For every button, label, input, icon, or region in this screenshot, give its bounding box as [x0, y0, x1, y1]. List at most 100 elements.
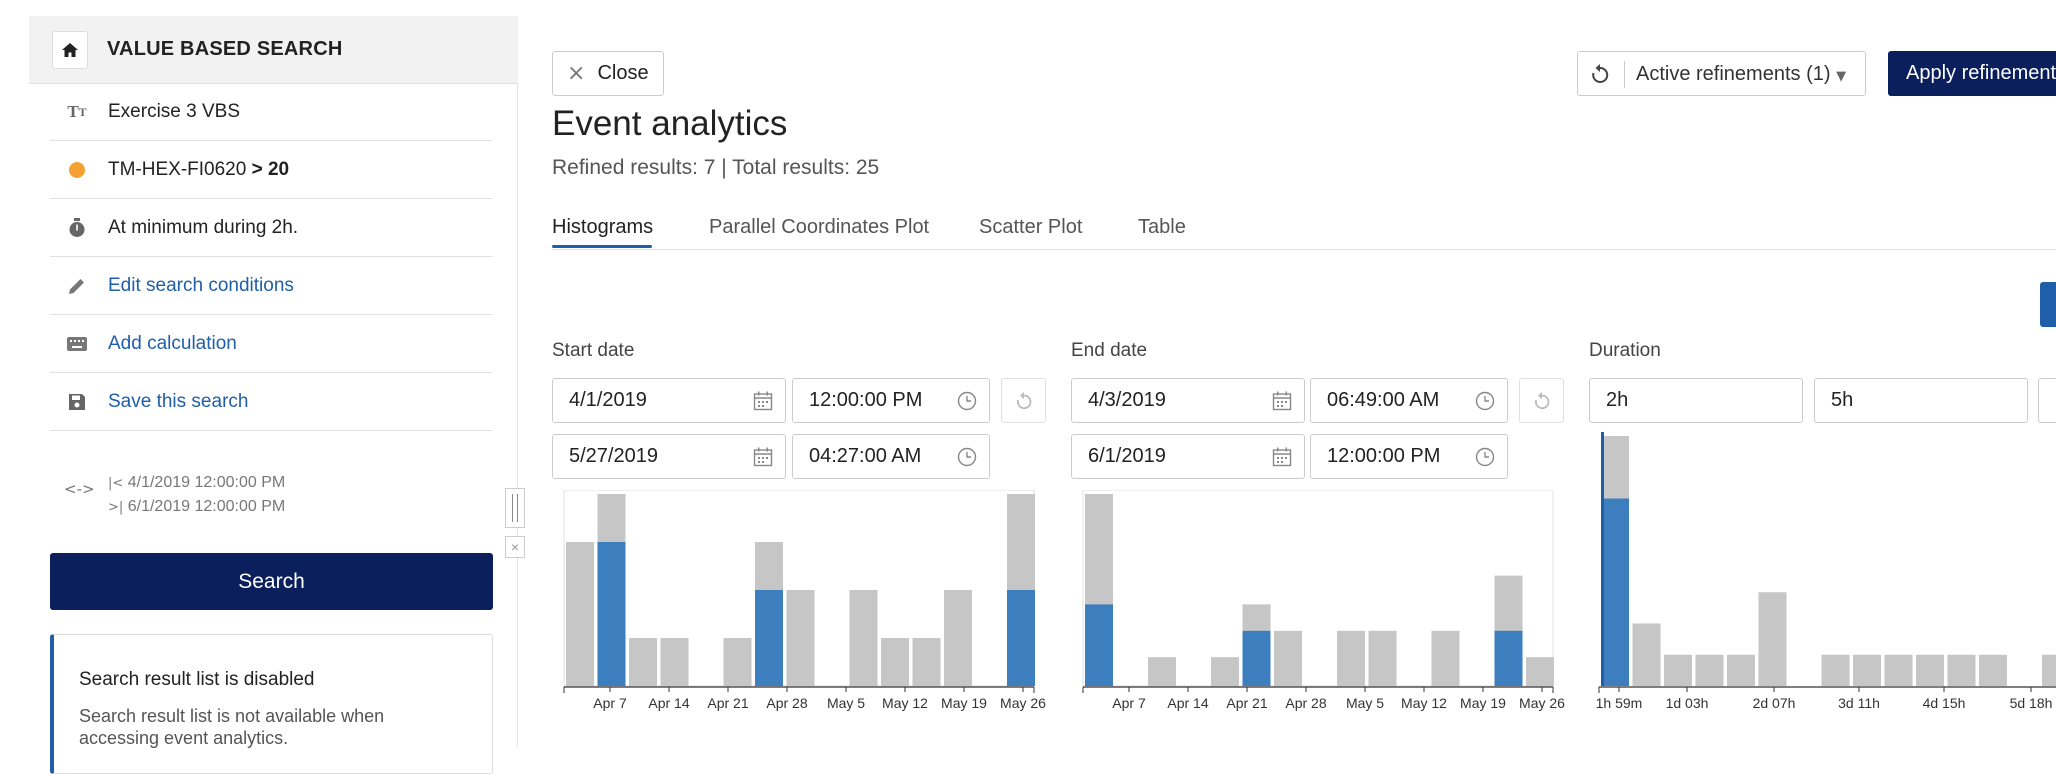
end-time-from-input[interactable]: 06:49:00 AM [1310, 378, 1508, 423]
search-name-label: Exercise 3 VBS [108, 101, 240, 122]
results-summary: Refined results: 7 | Total results: 25 [552, 156, 880, 179]
histogram-bar-total [1664, 654, 1692, 686]
histogram-bar-total [1758, 592, 1787, 686]
duration-condition-item: At minimum during 2h. [50, 200, 493, 257]
panel-splitter-handle[interactable] [505, 488, 525, 528]
histogram-bar-total [1695, 654, 1724, 686]
edit-search-conditions-label[interactable]: Edit search conditions [108, 275, 294, 297]
histogram-bar-total [1632, 623, 1661, 686]
histogram-bar-total [849, 590, 878, 686]
end-date-from-value: 4/3/2019 [1088, 389, 1166, 411]
duration-condition-label: At minimum during 2h. [108, 217, 299, 238]
text-type-icon: TT [67, 102, 87, 121]
tick-label: Apr 21 [1226, 695, 1267, 711]
add-calculation-label[interactable]: Add calculation [108, 333, 237, 355]
start-date-from-input[interactable]: 4/1/2019 [552, 378, 786, 423]
tab-parallel-coordinates[interactable]: Parallel Coordinates Plot [709, 216, 929, 239]
tick-label: Apr 14 [1167, 695, 1208, 711]
histogram-bar-total [1727, 654, 1755, 686]
end-date-from-input[interactable]: 4/3/2019 [1071, 378, 1305, 423]
start-date-reset-button[interactable] [1001, 378, 1046, 423]
active-refinements-label: Active refinements (1) [1636, 63, 1831, 85]
end-date-to-input[interactable]: 6/1/2019 [1071, 434, 1305, 479]
tick-label: Apr 7 [1112, 695, 1146, 711]
search-button[interactable]: Search [50, 553, 493, 610]
end-date-histogram[interactable]: Apr 7 Apr 14 Apr 21 Apr 28 May 5 May 12 May 19… [1071, 490, 1571, 720]
clock-icon[interactable] [957, 447, 977, 473]
tab-bar: Histograms Parallel Coordinates Plot Sca… [552, 213, 2056, 250]
tick-label: Apr 21 [707, 695, 748, 711]
calendar-icon[interactable] [1272, 447, 1292, 473]
start-date-label: Start date [552, 340, 635, 361]
home-button[interactable] [52, 31, 88, 69]
duration-to-input[interactable]: 5h [1814, 378, 2028, 423]
drag-handle-icon [512, 494, 518, 522]
save-search-label[interactable]: Save this search [108, 391, 248, 413]
tab-histograms[interactable]: Histograms [552, 216, 653, 239]
search-name-item: TT Exercise 3 VBS [50, 84, 493, 141]
duration-label: Duration [1589, 340, 1661, 361]
collapse-panel-button[interactable]: × [505, 536, 525, 558]
tick-label: May 12 [882, 695, 928, 711]
tick-label: May 26 [1000, 695, 1046, 711]
clock-icon[interactable] [957, 391, 977, 417]
histogram-bar-total [1821, 654, 1850, 686]
histogram-bar-refined [1494, 630, 1523, 686]
histogram-bar-total [2042, 654, 2056, 686]
reset-icon [1592, 64, 1609, 83]
settings-button[interactable] [2040, 282, 2056, 327]
calendar-icon[interactable] [1272, 391, 1292, 417]
end-time-to-value: 12:00:00 PM [1327, 445, 1441, 467]
end-date-label: End date [1071, 340, 1148, 361]
start-time-from-value: 12:00:00 PM [809, 389, 923, 411]
duration-from-input[interactable]: 2h [1589, 378, 1803, 423]
edit-search-conditions-link[interactable]: Edit search conditions [50, 258, 493, 315]
page-title: Event analytics [552, 104, 788, 143]
reset-refinements-button[interactable] [1590, 63, 1610, 90]
stopwatch-icon [66, 217, 88, 239]
range-end-label: 6/1/2019 12:00:00 PM [127, 498, 286, 515]
close-button[interactable]: × Close [552, 51, 664, 96]
tick-label: 4d 15h [1923, 695, 1966, 711]
calendar-icon[interactable] [753, 391, 773, 417]
tag-condition-item: TM-HEX-FI0620 > 20 [50, 142, 493, 199]
apply-refinements-button[interactable]: Apply refinements [1888, 51, 2056, 96]
save-search-link[interactable]: Save this search [50, 374, 493, 431]
histogram-bar-refined [755, 590, 783, 686]
tick-label: 1h 59m [1596, 695, 1643, 711]
tick-label: May 19 [1460, 695, 1506, 711]
clock-icon[interactable] [1475, 447, 1495, 473]
calendar-icon[interactable] [753, 447, 773, 473]
start-date-to-input[interactable]: 5/27/2019 [552, 434, 786, 479]
end-time-from-value: 06:49:00 AM [1327, 389, 1440, 411]
duration-histogram[interactable]: 1h 59m1d 03h2d 07h3d 11h4d 15h5d 18h6 [1589, 432, 2056, 722]
start-time-to-input[interactable]: 04:27:00 AM [792, 434, 990, 479]
histogram-bar-total [1853, 654, 1881, 686]
reset-icon [1534, 391, 1549, 409]
start-date-histogram[interactable]: Apr 7 Apr 14 Apr 21 Apr 28 May 5 May 12 May 19… [552, 490, 1052, 720]
histogram-bar-total [723, 638, 752, 686]
tab-scatter-plot[interactable]: Scatter Plot [979, 216, 1082, 239]
histogram-bar-total [660, 638, 689, 686]
tick-label: May 5 [1346, 695, 1384, 711]
histogram-bar-total [1916, 654, 1944, 686]
close-small-icon: × [510, 539, 520, 555]
clock-icon[interactable] [1475, 391, 1495, 417]
histogram-bar-total [1947, 654, 1976, 686]
add-calculation-link[interactable]: Add calculation [50, 316, 493, 373]
end-date-reset-button[interactable] [1519, 378, 1564, 423]
tab-table[interactable]: Table [1138, 216, 1186, 239]
tick-label: May 19 [941, 695, 987, 711]
histogram-bar-total [1979, 654, 2007, 686]
duration-unit-select[interactable] [2038, 378, 2056, 423]
range-start-label: 4/1/2019 12:00:00 PM [127, 474, 286, 491]
active-refinements-dropdown[interactable]: Active refinements (1) ▼ [1636, 63, 1846, 86]
reset-icon [1016, 391, 1031, 409]
range-start-icon: |< [108, 476, 124, 491]
histogram-bar-total [1337, 630, 1365, 686]
tag-threshold: > 20 [251, 159, 290, 180]
end-time-to-input[interactable]: 12:00:00 PM [1310, 434, 1508, 479]
status-dot-icon [66, 159, 88, 181]
histogram-bar-total [629, 638, 657, 686]
start-time-from-input[interactable]: 12:00:00 PM [792, 378, 990, 423]
